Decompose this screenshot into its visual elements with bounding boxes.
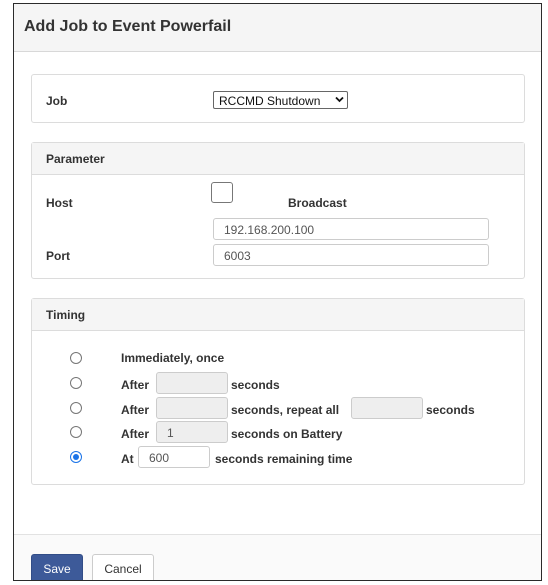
parameter-heading: Parameter [46, 152, 105, 166]
timing-heading: Timing [46, 308, 86, 322]
timing-radio-on-battery[interactable] [70, 426, 82, 438]
after-seconds-input[interactable] [156, 372, 228, 394]
timing-repeat-after-label: After [121, 403, 150, 417]
job-label: Job [46, 94, 68, 108]
remaining-time-input[interactable]: 600 [138, 446, 210, 468]
timing-radio-remaining-time[interactable] [70, 451, 82, 463]
timing-after-label: After [121, 378, 150, 392]
broadcast-checkbox[interactable] [211, 182, 233, 203]
repeat-interval-input[interactable] [351, 397, 423, 419]
timing-battery-after-label: After [121, 427, 150, 441]
timing-panel: Timing Immediately, once After seconds A… [31, 298, 525, 485]
host-label: Host [46, 196, 73, 210]
remaining-time-label: seconds remaining time [215, 452, 353, 466]
remaining-time-value: 600 [149, 451, 170, 465]
job-select[interactable]: RCCMD Shutdown [213, 91, 348, 109]
port-input[interactable]: 6003 [213, 244, 489, 266]
battery-seconds-value: 1 [167, 426, 174, 440]
timing-at-label: At [121, 452, 134, 466]
cancel-button[interactable]: Cancel [92, 554, 154, 580]
save-button[interactable]: Save [31, 554, 83, 580]
timing-immediately-label: Immediately, once [121, 351, 225, 365]
host-input-value: 192.168.200.100 [224, 223, 315, 237]
repeat-seconds-label: seconds [426, 403, 475, 417]
repeat-all-label: seconds, repeat all [231, 403, 340, 417]
timing-panel-heading: Timing [32, 299, 524, 331]
job-select-value: RCCMD Shutdown [219, 94, 321, 108]
port-label: Port [46, 249, 70, 263]
after-seconds-label: seconds [231, 378, 280, 392]
repeat-after-input[interactable] [156, 397, 228, 419]
battery-seconds-input[interactable]: 1 [156, 421, 228, 443]
broadcast-label: Broadcast [288, 196, 347, 210]
host-input[interactable]: 192.168.200.100 [213, 218, 489, 240]
parameter-panel-heading: Parameter [32, 143, 524, 175]
timing-radio-immediately[interactable] [70, 352, 82, 364]
dialog-title: Add Job to Event Powerfail [24, 18, 232, 35]
add-job-dialog: Add Job to Event Powerfail Job RCCMD Shu… [13, 3, 542, 581]
timing-radio-repeat[interactable] [70, 402, 82, 414]
port-input-value: 6003 [224, 249, 251, 263]
timing-radio-after[interactable] [70, 377, 82, 389]
battery-seconds-label: seconds on Battery [231, 427, 343, 441]
parameter-panel: Parameter Host Broadcast 192.168.200.100… [31, 142, 525, 279]
dialog-footer: Save Cancel [14, 534, 541, 580]
dialog-header: Add Job to Event Powerfail [14, 4, 541, 52]
chevron-down-icon [335, 96, 344, 103]
job-panel: Job RCCMD Shutdown [31, 74, 525, 123]
